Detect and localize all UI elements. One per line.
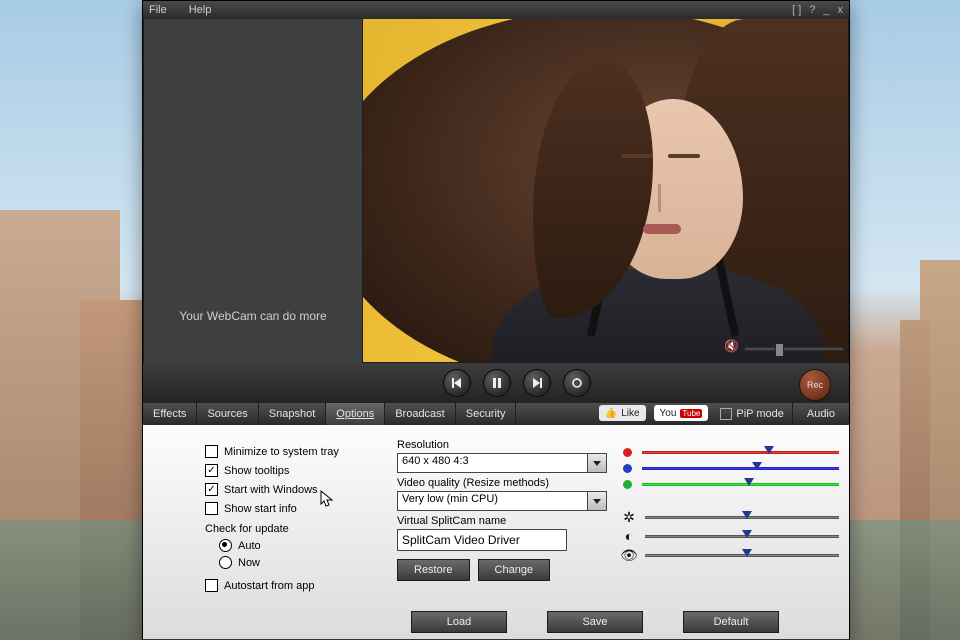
resolution-label: Resolution	[397, 439, 607, 451]
record-button[interactable]: Rec	[799, 369, 831, 401]
slider-thumb[interactable]	[752, 462, 762, 470]
tab-bar: Effects Sources Snapshot Options Broadca…	[143, 403, 849, 425]
chevron-down-icon	[587, 492, 606, 510]
close-button[interactable]: x	[838, 4, 844, 16]
minimize-button[interactable]: _	[823, 4, 829, 16]
start-windows-checkbox[interactable]: Start with Windows	[205, 483, 389, 496]
tab-audio[interactable]: Audio	[792, 403, 849, 425]
checkbox-icon	[205, 483, 218, 496]
brightness-icon: ✲	[623, 511, 635, 523]
save-button[interactable]: Save	[547, 611, 643, 633]
gamma-slider[interactable]	[645, 554, 839, 557]
slider-thumb[interactable]	[744, 478, 754, 486]
green-dot-icon	[623, 480, 632, 489]
blue-slider[interactable]	[642, 467, 839, 470]
playback-controls: Rec	[143, 363, 849, 403]
snapshot-button[interactable]	[563, 369, 591, 397]
load-button[interactable]: Load	[411, 611, 507, 633]
checkbox-icon	[205, 502, 218, 515]
checkbox-label: Show start info	[224, 503, 297, 515]
virtual-name-label: Virtual SplitCam name	[397, 515, 607, 527]
update-auto-radio[interactable]: Auto	[219, 539, 389, 552]
next-button[interactable]	[523, 369, 551, 397]
blue-dot-icon	[623, 464, 632, 473]
show-tooltips-checkbox[interactable]: Show tooltips	[205, 464, 389, 477]
video-preview[interactable]	[363, 19, 849, 363]
quality-select[interactable]: Very low (min CPU)	[397, 491, 607, 511]
slider-thumb[interactable]	[742, 511, 752, 519]
brackets-button[interactable]: [ ]	[792, 4, 801, 16]
app-window: File Help [ ] ? _ x Your WebCam can do m…	[142, 0, 850, 640]
contrast-icon: ◐	[623, 530, 635, 542]
checkbox-icon	[205, 445, 218, 458]
radio-label: Auto	[238, 540, 261, 552]
slider-thumb[interactable]	[742, 530, 752, 538]
promo-text: Your WebCam can do more	[144, 309, 362, 323]
youtube-button[interactable]: YouTube	[654, 405, 709, 421]
pause-button[interactable]	[483, 369, 511, 397]
thumbs-up-icon: 👍	[605, 408, 617, 419]
check-update-label: Check for update	[205, 523, 389, 535]
resolution-select[interactable]: 640 x 480 4:3	[397, 453, 607, 473]
left-panel: Your WebCam can do more	[143, 19, 363, 364]
chevron-down-icon	[587, 454, 606, 472]
volume-thumb[interactable]	[775, 343, 784, 357]
slider-thumb[interactable]	[742, 549, 752, 557]
help-button[interactable]: ?	[809, 4, 815, 16]
red-slider[interactable]	[642, 451, 839, 454]
pip-checkbox[interactable]: PiP mode	[720, 403, 784, 425]
options-panel: Minimize to system tray Show tooltips St…	[143, 425, 849, 639]
quality-value: Very low (min CPU)	[398, 492, 587, 510]
tab-broadcast[interactable]: Broadcast	[385, 403, 456, 425]
contrast-slider[interactable]	[645, 535, 839, 538]
default-button[interactable]: Default	[683, 611, 779, 633]
eye-icon: 👁	[623, 549, 635, 561]
menu-help[interactable]: Help	[189, 4, 212, 16]
tab-options[interactable]: Options	[326, 403, 385, 425]
radio-label: Now	[238, 557, 260, 569]
restore-button[interactable]: Restore	[397, 559, 470, 581]
minimize-tray-checkbox[interactable]: Minimize to system tray	[205, 445, 389, 458]
green-slider[interactable]	[642, 483, 839, 486]
menu-file[interactable]: File	[149, 4, 167, 16]
slider-thumb[interactable]	[764, 446, 774, 454]
autostart-checkbox[interactable]: Autostart from app	[205, 579, 389, 592]
desktop-wallpaper: File Help [ ] ? _ x Your WebCam can do m…	[0, 0, 960, 640]
resolution-value: 640 x 480 4:3	[398, 454, 587, 472]
checkbox-icon	[205, 579, 218, 592]
volume-icon[interactable]: 🔇	[724, 339, 739, 353]
tab-security[interactable]: Security	[456, 403, 517, 425]
show-start-info-checkbox[interactable]: Show start info	[205, 502, 389, 515]
titlebar[interactable]: File Help [ ] ? _ x	[143, 1, 849, 19]
checkbox-label: Autostart from app	[224, 580, 315, 592]
tab-effects[interactable]: Effects	[143, 403, 197, 425]
checkbox-label: Start with Windows	[224, 484, 318, 496]
like-button[interactable]: 👍Like	[599, 405, 646, 421]
tab-snapshot[interactable]: Snapshot	[259, 403, 326, 425]
quality-label: Video quality (Resize methods)	[397, 477, 607, 489]
tab-sources[interactable]: Sources	[197, 403, 258, 425]
brightness-slider[interactable]	[645, 516, 839, 519]
checkbox-label: Show tooltips	[224, 465, 289, 477]
update-now-radio[interactable]: Now	[219, 556, 389, 569]
checkbox-icon	[205, 464, 218, 477]
prev-button[interactable]	[443, 369, 471, 397]
radio-icon	[219, 539, 232, 552]
volume-slider[interactable]	[745, 347, 843, 351]
radio-icon	[219, 556, 232, 569]
color-sliders: ✲ ◐ 👁	[623, 441, 839, 568]
checkbox-label: Minimize to system tray	[224, 446, 339, 458]
change-button[interactable]: Change	[478, 559, 551, 581]
virtual-name-input[interactable]	[397, 529, 567, 551]
red-dot-icon	[623, 448, 632, 457]
checkbox-icon	[720, 408, 732, 420]
